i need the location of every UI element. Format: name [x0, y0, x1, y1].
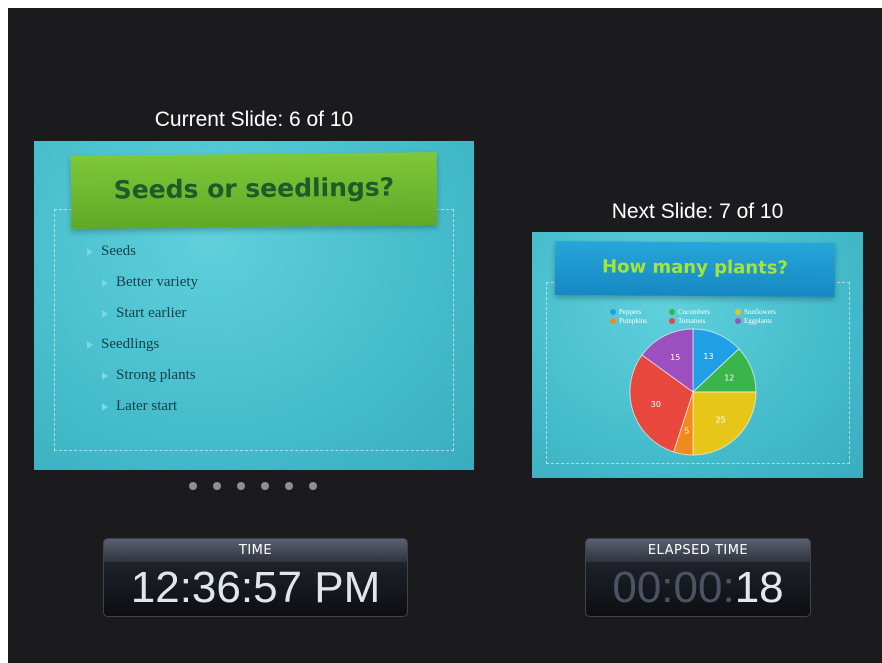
pie-data-label: 25 — [716, 416, 726, 425]
elapsed-value-seconds: 18 — [734, 563, 784, 612]
elapsed-value-dim: 00:00: — [612, 563, 735, 612]
elapsed-clock[interactable]: ELAPSED TIME 00:00:18 — [585, 538, 811, 617]
bullet-triangle-icon — [102, 309, 108, 318]
bullet-text: Seeds — [101, 243, 136, 259]
time-value: 12:36:57 PM — [130, 563, 381, 612]
bullet-triangle-icon — [102, 278, 108, 287]
pie-chart: 13 12 25 5 30 15 — [629, 328, 757, 456]
current-slide[interactable]: Seeds or seedlings? Seeds Better variety S… — [34, 141, 474, 470]
pager-dot[interactable] — [213, 482, 221, 490]
bullet-triangle-icon — [102, 371, 108, 380]
pager-dot[interactable] — [237, 482, 245, 490]
current-slide-title: Seeds or seedlings? — [113, 172, 395, 205]
bullet-level2: Later start — [102, 398, 177, 415]
pager-dot[interactable] — [189, 482, 197, 490]
next-slide-label: Next Slide: 7 of 10 — [611, 200, 784, 223]
pie-data-label: 30 — [651, 400, 661, 409]
current-slide-label: Current Slide: 6 of 10 — [154, 108, 354, 131]
bullet-triangle-icon — [102, 402, 108, 411]
bullet-triangle-icon — [87, 247, 93, 256]
title-banner: Seeds or seedlings? — [70, 152, 438, 229]
bullet-text: Later start — [116, 398, 178, 414]
elapsed-label: ELAPSED TIME — [586, 539, 810, 562]
bullet-level2: Start earlier — [102, 305, 186, 322]
bullet-text: Start earlier — [116, 305, 187, 321]
bullet-level2: Better variety — [102, 274, 198, 291]
pie-data-label: 12 — [724, 374, 734, 383]
bullet-level2: Strong plants — [102, 367, 196, 384]
bullet-level1: Seeds — [87, 243, 136, 260]
pager-dot[interactable] — [285, 482, 293, 490]
bullet-text: Better variety — [116, 274, 199, 290]
pie-data-label: 5 — [684, 427, 689, 436]
next-slide[interactable]: How many plants? Peppers Cucumbers Sunflow… — [532, 232, 863, 478]
time-clock: TIME 12:36:57 PM — [103, 538, 408, 617]
bullet-level1: Seedlings — [87, 336, 159, 353]
pager-dot[interactable] — [261, 482, 269, 490]
pie-data-label: 13 — [703, 352, 713, 361]
bullet-text: Seedlings — [101, 336, 160, 352]
pager-dot[interactable] — [309, 482, 317, 490]
bullet-text: Strong plants — [116, 367, 196, 383]
time-label: TIME — [104, 539, 407, 562]
pie-data-label: 15 — [670, 353, 680, 362]
elapsed-value: 00:00:18 — [586, 562, 810, 614]
bullet-triangle-icon — [87, 340, 93, 349]
